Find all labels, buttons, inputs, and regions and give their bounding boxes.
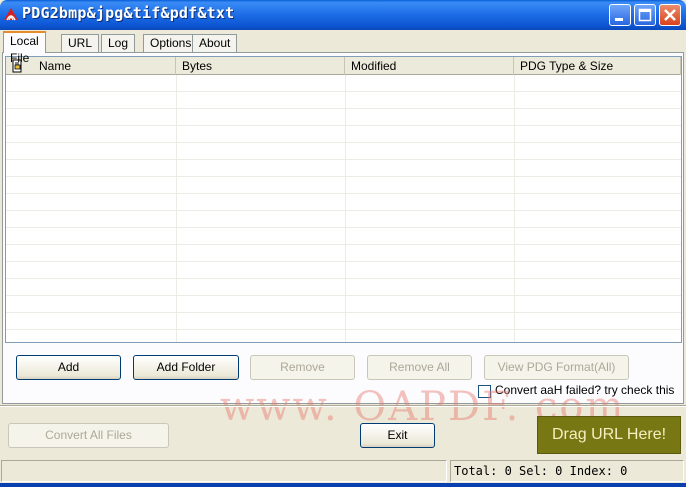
table-row [6,262,681,279]
tab-log[interactable]: Log [101,34,136,53]
table-row [6,92,681,109]
convert-all-files-button[interactable]: Convert All Files [8,423,169,448]
table-row [6,330,681,342]
tab-about[interactable]: About [192,34,238,53]
file-list[interactable]: Name Bytes Modified PDG Type & Size [5,56,682,343]
column-gridline [345,75,346,342]
convert-aah-label[interactable]: Convert aaH failed? try check this [495,383,674,397]
tab-options[interactable]: Options [143,34,199,53]
column-gridline [514,75,515,342]
add-folder-button[interactable]: Add Folder [133,355,239,380]
column-header-name[interactable]: Name [6,57,176,75]
column-name-label: Name [39,59,72,73]
column-header-pdg-type[interactable]: PDG Type & Size [514,57,681,75]
app-icon [4,8,18,21]
table-row [6,313,681,330]
table-row [6,296,681,313]
add-button[interactable]: Add [16,355,121,380]
close-button[interactable] [659,4,681,26]
status-counts: Total: 0 Sel: 0 Index: 0 [454,464,628,478]
close-icon [664,9,676,21]
convert-aah-checkbox[interactable] [478,385,491,398]
column-header-modified[interactable]: Modified [345,57,514,75]
table-row [6,177,681,194]
separator [0,405,686,407]
title-bar: PDG2bmp&jpg&tif&pdf&txt [0,0,686,30]
table-row [6,245,681,262]
maximize-button[interactable] [634,4,656,26]
table-row [6,160,681,177]
list-header: Name Bytes Modified PDG Type & Size [6,57,681,75]
minimize-icon [615,18,623,21]
list-body[interactable] [6,75,681,342]
exit-button[interactable]: Exit [360,423,435,448]
table-row [6,143,681,160]
table-row [6,228,681,245]
maximize-icon [638,8,652,22]
table-row [6,211,681,228]
window-title: PDG2bmp&jpg&tif&pdf&txt [22,4,235,22]
drag-url-drop-zone[interactable]: Drag URL Here! [537,416,681,454]
minimize-button[interactable] [609,4,631,26]
table-row [6,75,681,92]
table-row [6,109,681,126]
remove-button[interactable]: Remove [250,355,355,380]
column-header-bytes[interactable]: Bytes [176,57,345,75]
table-row [6,126,681,143]
tab-url[interactable]: URL [61,34,100,53]
status-pane-left [1,460,447,482]
table-row [6,279,681,296]
tab-local-file[interactable]: Local File [3,31,46,65]
window-bottom-edge [0,483,686,487]
table-row [6,194,681,211]
view-pdg-format-button[interactable]: View PDG Format(All) [484,355,629,380]
column-gridline [176,75,177,342]
remove-all-button[interactable]: Remove All [367,355,472,380]
